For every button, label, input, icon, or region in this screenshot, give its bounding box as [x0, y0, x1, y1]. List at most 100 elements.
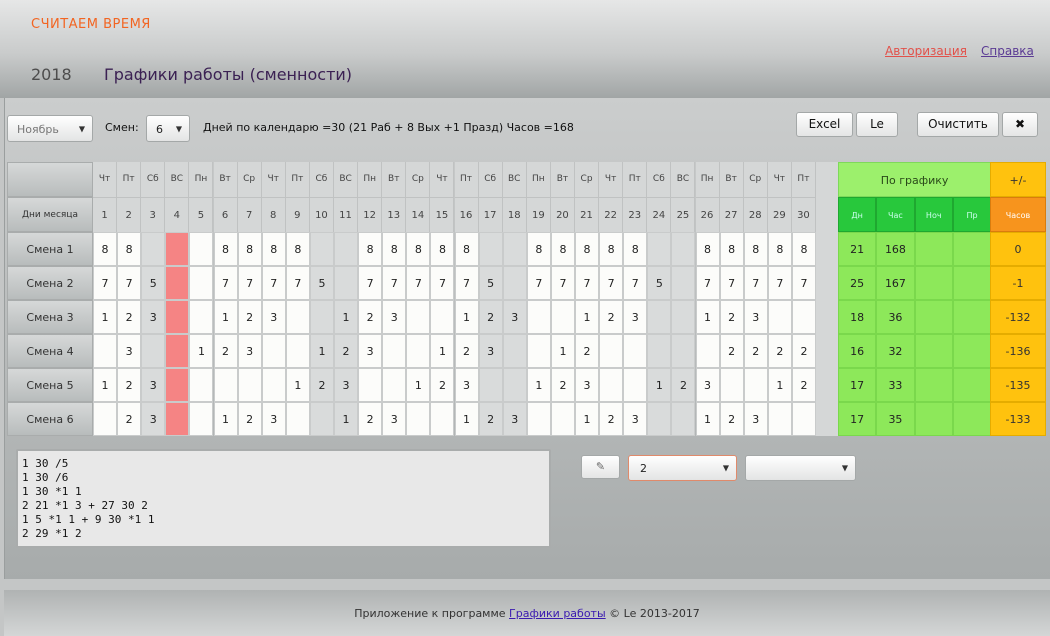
- schedule-cell[interactable]: 3: [358, 334, 383, 368]
- schedule-cell[interactable]: 2: [358, 402, 383, 436]
- schedule-cell[interactable]: [599, 334, 624, 368]
- schedule-cell[interactable]: 7: [93, 266, 118, 300]
- schedule-cell[interactable]: 8: [285, 232, 310, 266]
- schedule-cell[interactable]: 2: [599, 402, 624, 436]
- schedule-cell[interactable]: [478, 368, 503, 402]
- help-link[interactable]: Справка: [981, 44, 1034, 58]
- schedule-cell[interactable]: 3: [237, 334, 262, 368]
- schedule-cell[interactable]: 8: [623, 232, 648, 266]
- schedule-cell[interactable]: 8: [358, 232, 383, 266]
- schedule-cell[interactable]: [358, 368, 383, 402]
- schedule-cell[interactable]: 8: [575, 232, 600, 266]
- schedule-cell[interactable]: 1: [93, 300, 118, 334]
- schedule-cell[interactable]: 2: [430, 368, 455, 402]
- schedule-cell[interactable]: 8: [791, 232, 816, 266]
- schedule-cell[interactable]: 8: [599, 232, 624, 266]
- schedule-cell[interactable]: [334, 232, 359, 266]
- schedule-cell[interactable]: 2: [599, 300, 624, 334]
- schedule-cell[interactable]: [671, 334, 696, 368]
- schedule-cell[interactable]: 2: [719, 300, 744, 334]
- schedule-cell[interactable]: 3: [502, 300, 527, 334]
- schedule-cell[interactable]: [261, 368, 286, 402]
- schedule-cell[interactable]: 1: [575, 402, 600, 436]
- clear-button[interactable]: Очистить: [917, 112, 999, 137]
- schedule-cell[interactable]: 2: [767, 334, 792, 368]
- schedule-cell[interactable]: [309, 402, 334, 436]
- schedule-cell[interactable]: [671, 402, 696, 436]
- schedule-cell[interactable]: [285, 300, 310, 334]
- schedule-cell[interactable]: [165, 300, 190, 334]
- schedule-cell[interactable]: [406, 334, 431, 368]
- schedule-cell[interactable]: 3: [743, 402, 768, 436]
- schedule-cell[interactable]: [647, 402, 672, 436]
- secondary-select[interactable]: ▼: [745, 455, 856, 481]
- schedule-cell[interactable]: [189, 266, 214, 300]
- schedule-cell[interactable]: [767, 402, 792, 436]
- footer-link[interactable]: Графики работы: [509, 607, 606, 620]
- schedule-cell[interactable]: 1: [695, 402, 720, 436]
- schedule-cell[interactable]: [285, 334, 310, 368]
- schedule-cell[interactable]: 3: [478, 334, 503, 368]
- schedule-cell[interactable]: [165, 266, 190, 300]
- schedule-cell[interactable]: 1: [334, 402, 359, 436]
- schedule-cell[interactable]: [141, 334, 166, 368]
- schedule-cell[interactable]: 5: [309, 266, 334, 300]
- schedule-cell[interactable]: [526, 300, 551, 334]
- schedule-cell[interactable]: 3: [623, 402, 648, 436]
- schedule-cell[interactable]: 7: [213, 266, 238, 300]
- schedule-cell[interactable]: 8: [526, 232, 551, 266]
- schedule-cell[interactable]: 2: [237, 300, 262, 334]
- schedule-cell[interactable]: 3: [141, 300, 166, 334]
- schedule-cell[interactable]: 1: [334, 300, 359, 334]
- schedule-cell[interactable]: 3: [502, 402, 527, 436]
- shifts-select[interactable]: 6 ▼: [146, 115, 190, 142]
- excel-button[interactable]: Excel: [796, 112, 853, 137]
- schedule-cell[interactable]: [502, 232, 527, 266]
- schedule-cell[interactable]: [791, 300, 816, 334]
- schedule-cell[interactable]: 1: [454, 300, 479, 334]
- le-button[interactable]: Le: [856, 112, 898, 137]
- schedule-cell[interactable]: [671, 232, 696, 266]
- schedule-cell[interactable]: [309, 300, 334, 334]
- schedule-cell[interactable]: 3: [454, 368, 479, 402]
- schedule-cell[interactable]: 1: [406, 368, 431, 402]
- schedule-cell[interactable]: [647, 300, 672, 334]
- schedule-cell[interactable]: [430, 300, 455, 334]
- schedule-cell[interactable]: [93, 402, 118, 436]
- schedule-cell[interactable]: [502, 266, 527, 300]
- schedule-cell[interactable]: [334, 266, 359, 300]
- schedule-cell[interactable]: [695, 334, 720, 368]
- schedule-cell[interactable]: 2: [719, 334, 744, 368]
- schedule-cell[interactable]: 5: [141, 266, 166, 300]
- schedule-cell[interactable]: 7: [767, 266, 792, 300]
- schedule-cell[interactable]: 1: [430, 334, 455, 368]
- schedule-cell[interactable]: [93, 334, 118, 368]
- schedule-cell[interactable]: 8: [550, 232, 575, 266]
- schedule-cell[interactable]: [647, 232, 672, 266]
- schedule-cell[interactable]: 7: [285, 266, 310, 300]
- schedule-cell[interactable]: 2: [671, 368, 696, 402]
- schedule-cell[interactable]: [285, 402, 310, 436]
- schedule-text-input[interactable]: 1 30 /5 1 30 /6 1 30 *1 1 2 21 *1 3 + 27…: [16, 449, 551, 548]
- schedule-cell[interactable]: 1: [647, 368, 672, 402]
- schedule-cell[interactable]: 2: [358, 300, 383, 334]
- schedule-cell[interactable]: [406, 402, 431, 436]
- schedule-cell[interactable]: [550, 402, 575, 436]
- schedule-cell[interactable]: 2: [309, 368, 334, 402]
- schedule-cell[interactable]: 1: [213, 402, 238, 436]
- schedule-cell[interactable]: [623, 368, 648, 402]
- schedule-cell[interactable]: 1: [309, 334, 334, 368]
- schedule-cell[interactable]: [189, 368, 214, 402]
- schedule-cell[interactable]: [671, 266, 696, 300]
- schedule-cell[interactable]: 7: [550, 266, 575, 300]
- schedule-cell[interactable]: [478, 232, 503, 266]
- schedule-cell[interactable]: [430, 402, 455, 436]
- schedule-cell[interactable]: 3: [261, 402, 286, 436]
- schedule-cell[interactable]: 3: [141, 368, 166, 402]
- schedule-cell[interactable]: 2: [237, 402, 262, 436]
- schedule-cell[interactable]: 8: [117, 232, 142, 266]
- pencil-button[interactable]: ✎: [581, 455, 620, 479]
- schedule-cell[interactable]: 8: [261, 232, 286, 266]
- month-select[interactable]: Ноябрь ▼: [7, 115, 93, 142]
- schedule-cell[interactable]: 8: [237, 232, 262, 266]
